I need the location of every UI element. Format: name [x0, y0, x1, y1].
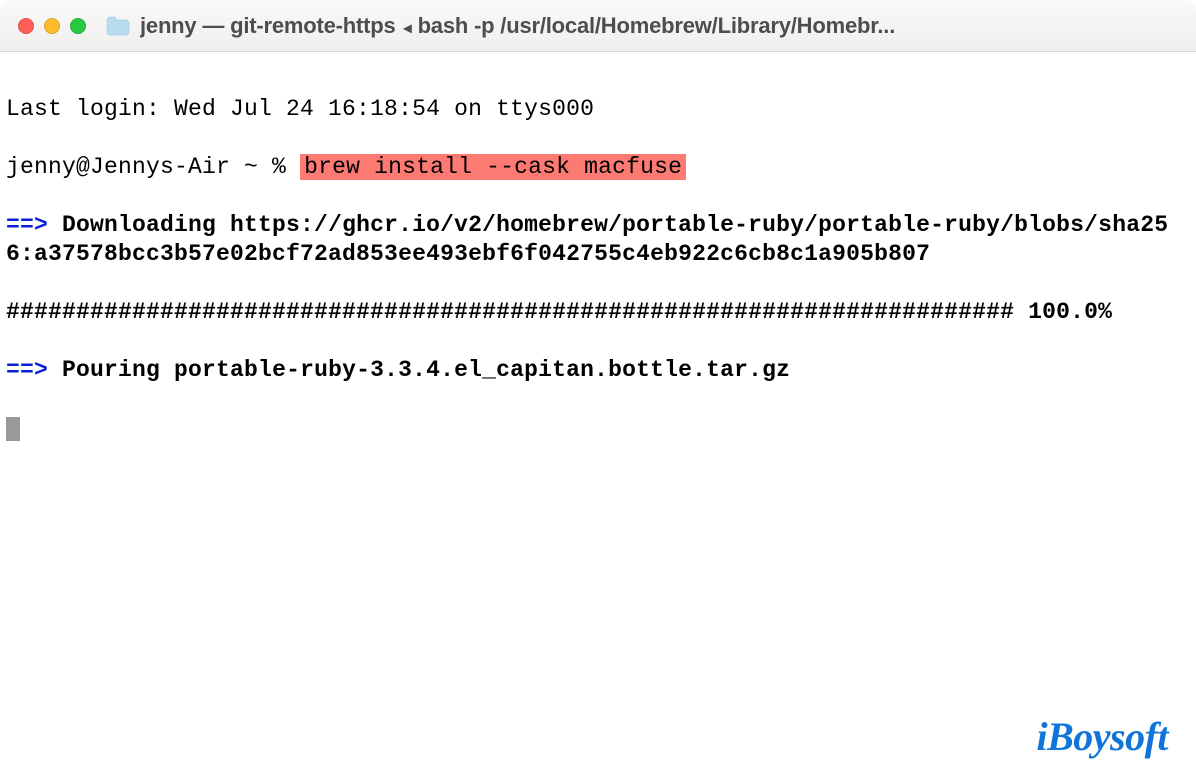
arrow-icon: ==>	[6, 212, 48, 238]
window-title-bar: jenny — git-remote-https ◂ bash -p /usr/…	[0, 0, 1196, 52]
title-rest: bash -p /usr/local/Homebrew/Library/Home…	[418, 13, 896, 38]
last-login-line: Last login: Wed Jul 24 16:18:54 on ttys0…	[6, 95, 1190, 124]
traffic-lights	[18, 18, 86, 34]
progress-line: ########################################…	[6, 298, 1190, 327]
progress-bar: ########################################…	[6, 299, 1014, 325]
downloading-line: ==> Downloading https://ghcr.io/v2/homeb…	[6, 211, 1190, 269]
command-highlight: brew install --cask macfuse	[300, 154, 686, 180]
progress-pct: 100.0%	[1014, 299, 1112, 325]
minimize-button[interactable]	[44, 18, 60, 34]
title-process: git-remote-https	[230, 13, 395, 38]
terminal-cursor	[6, 417, 20, 441]
close-button[interactable]	[18, 18, 34, 34]
title-prefix: jenny	[140, 13, 196, 38]
shell-prompt: jenny@Jennys-Air ~ %	[6, 154, 300, 180]
pouring-line: ==> Pouring portable-ruby-3.3.4.el_capit…	[6, 356, 1190, 385]
maximize-button[interactable]	[70, 18, 86, 34]
pouring-file: portable-ruby-3.3.4.el_capitan.bottle.ta…	[174, 357, 790, 383]
arrow-icon: ==>	[6, 357, 48, 383]
window-title: jenny — git-remote-https ◂ bash -p /usr/…	[140, 13, 895, 39]
caret-left-icon: ◂	[401, 20, 417, 37]
prompt-line: jenny@Jennys-Air ~ % brew install --cask…	[6, 153, 1190, 182]
folder-icon	[106, 16, 130, 36]
downloading-label: Downloading	[48, 212, 230, 238]
title-dash: —	[202, 13, 230, 38]
pouring-label: Pouring	[48, 357, 174, 383]
terminal-output[interactable]: Last login: Wed Jul 24 16:18:54 on ttys0…	[0, 52, 1196, 443]
watermark-logo: iBoysoft	[1036, 713, 1168, 760]
